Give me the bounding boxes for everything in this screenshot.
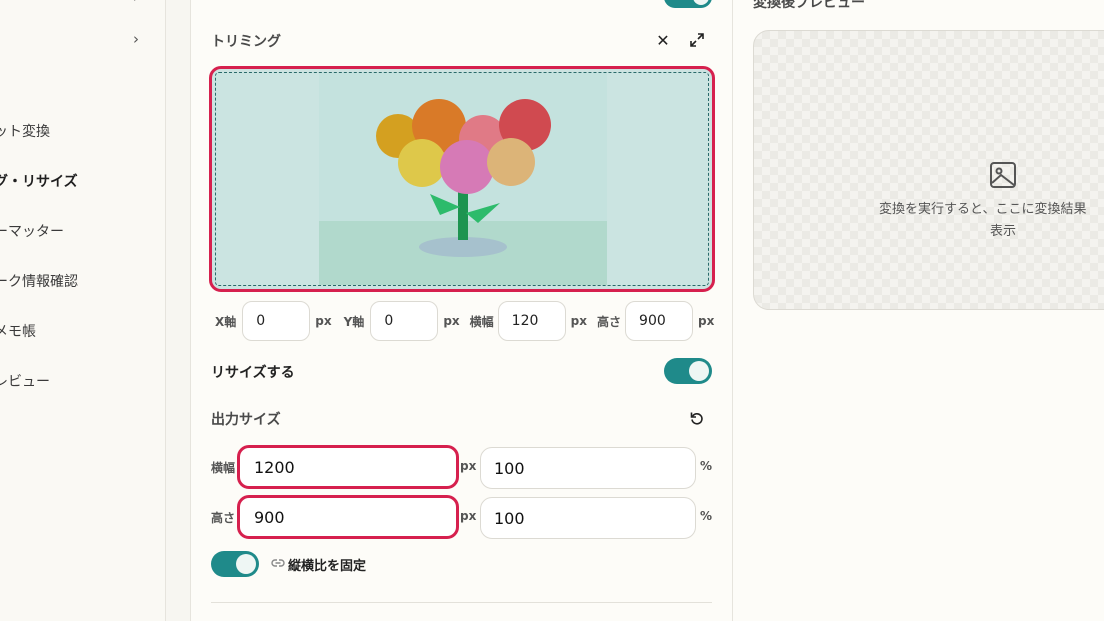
- preview-message-line1: 変換を実行すると、ここに変換結果: [879, 202, 1087, 217]
- expand-icon[interactable]: [686, 29, 708, 51]
- x-axis-input[interactable]: 0: [242, 301, 311, 341]
- preview-message: 変換を実行すると、ここに変換結果 表示: [754, 199, 1104, 243]
- image-icon: [990, 162, 1016, 188]
- sidebar-item-network-info[interactable]: ーク情報確認: [0, 271, 78, 291]
- resize-label: リサイズする: [211, 365, 295, 381]
- crop-width-label: 横幅: [469, 314, 494, 329]
- px-unit: px: [315, 314, 332, 328]
- percent-unit: %: [700, 459, 713, 473]
- output-height-label: 高さ: [211, 511, 236, 525]
- px-unit: px: [460, 509, 477, 523]
- px-unit: px: [460, 459, 477, 473]
- preview-panel: 変換後プレビュー 変換を実行すると、ここに変換結果 表示: [733, 0, 1104, 621]
- output-height-input[interactable]: 900: [237, 495, 459, 539]
- crop-width-input[interactable]: 120: [497, 301, 566, 341]
- sidebar-item-format-convert[interactable]: ット変換: [0, 121, 50, 141]
- resize-toggle[interactable]: [664, 358, 712, 384]
- crop-area[interactable]: [209, 66, 715, 292]
- aspect-lock-toggle[interactable]: [211, 551, 259, 577]
- x-axis-label: X軸: [215, 314, 237, 329]
- chevron-right-icon[interactable]: ›: [133, 0, 139, 6]
- px-unit: px: [570, 314, 588, 328]
- crop-height-label: 高さ: [597, 314, 622, 329]
- sidebar-item-formatter[interactable]: ーマッター: [0, 221, 64, 241]
- sidebar-item-trim-resize[interactable]: グ・リサイズ: [0, 171, 78, 191]
- sidebar-item-memo[interactable]: メモ帳: [0, 321, 36, 341]
- percent-unit: %: [700, 509, 713, 523]
- crop-selection[interactable]: [215, 72, 709, 286]
- aspect-lock-label: 縦横比を固定: [288, 559, 367, 574]
- y-axis-input[interactable]: 0: [370, 301, 439, 341]
- px-unit: px: [443, 314, 460, 328]
- chevron-right-icon[interactable]: ›: [133, 30, 139, 48]
- output-width-label: 横幅: [211, 461, 236, 475]
- crop-height-input[interactable]: 900: [625, 301, 694, 341]
- preview-title: 変換後プレビュー: [753, 0, 865, 11]
- preview-box: 変換を実行すると、ここに変換結果 表示: [753, 30, 1104, 310]
- divider: [211, 602, 712, 603]
- px-unit: px: [698, 314, 715, 328]
- reset-icon[interactable]: [686, 407, 708, 429]
- sidebar: › › ット変換 グ・リサイズ ーマッター ーク情報確認 メモ帳 レビュー: [0, 0, 166, 621]
- top-toggle[interactable]: [664, 0, 712, 8]
- panel-gutter: [166, 0, 191, 621]
- trimming-title: トリミング: [211, 34, 281, 50]
- output-width-percent-input[interactable]: 100: [480, 447, 696, 489]
- settings-panel: トリミング ✕ X軸 0 px Y軸 0 px 横幅 120 px 高さ 900…: [191, 0, 733, 621]
- sidebar-item-preview[interactable]: レビュー: [0, 371, 50, 391]
- close-icon[interactable]: ✕: [652, 29, 674, 51]
- preview-message-line2: 表示: [990, 224, 1017, 239]
- crop-coordinates: X軸 0 px Y軸 0 px 横幅 120 px 高さ 900 px: [211, 301, 714, 341]
- link-icon: [271, 556, 285, 574]
- output-width-input[interactable]: 1200: [237, 445, 459, 489]
- y-axis-label: Y軸: [343, 314, 365, 329]
- output-height-percent-input[interactable]: 100: [480, 497, 696, 539]
- flower-image: [216, 73, 708, 285]
- output-size-title: 出力サイズ: [211, 412, 281, 428]
